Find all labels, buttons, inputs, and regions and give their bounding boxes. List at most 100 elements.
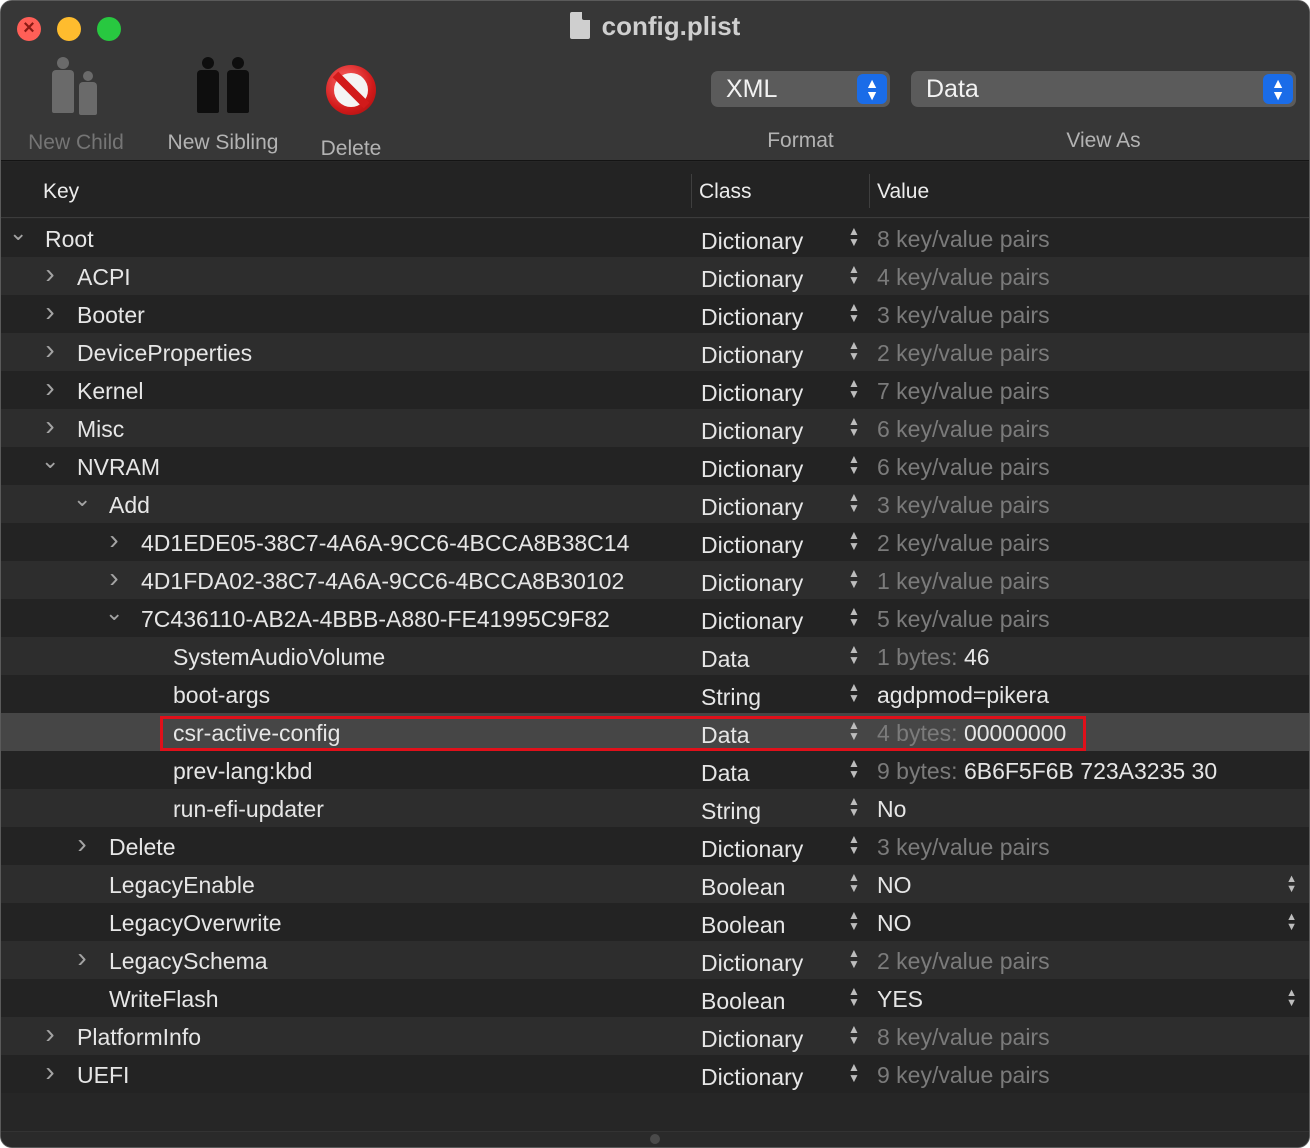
row-key[interactable]: run-efi-updater bbox=[173, 796, 324, 823]
row-class[interactable]: Dictionary bbox=[701, 418, 803, 445]
view-as-popup[interactable]: Data ▲ ▼ bbox=[911, 71, 1296, 107]
row-value[interactable]: 6 key/value pairs bbox=[877, 454, 1050, 481]
class-stepper-icon[interactable]: ▲ ▼ bbox=[847, 605, 861, 632]
chevron-right-icon[interactable]: › bbox=[41, 1017, 59, 1055]
table-row[interactable]: › 4D1FDA02-38C7-4A6A-9CC6-4BCCA8B30102 Dic… bbox=[1, 561, 1309, 599]
class-stepper-icon[interactable]: ▲ ▼ bbox=[847, 871, 861, 898]
table-row[interactable]: › ACPI Dictionary ▲ ▼ 4 key/value pairs bbox=[1, 257, 1309, 295]
chevron-right-icon[interactable]: › bbox=[41, 371, 59, 409]
chevron-down-icon[interactable]: ⌄ bbox=[41, 447, 59, 485]
row-class[interactable]: Dictionary bbox=[701, 380, 803, 407]
column-class[interactable]: Class bbox=[699, 180, 752, 204]
chevron-right-icon[interactable]: › bbox=[105, 561, 123, 599]
class-stepper-icon[interactable]: ▲ ▼ bbox=[847, 833, 861, 860]
row-value[interactable]: 6 key/value pairs bbox=[877, 416, 1050, 443]
row-key[interactable]: Kernel bbox=[77, 378, 143, 405]
row-key[interactable]: Delete bbox=[109, 834, 175, 861]
row-value[interactable]: NO bbox=[877, 910, 912, 937]
chevron-right-icon[interactable]: › bbox=[41, 1055, 59, 1093]
row-value[interactable]: 9 bytes: 6B6F5F6B 723A3235 30 bbox=[877, 758, 1217, 785]
delete-button[interactable]: Delete bbox=[315, 59, 387, 161]
class-stepper-icon[interactable]: ▲ ▼ bbox=[847, 377, 861, 404]
row-key[interactable]: LegacyOverwrite bbox=[109, 910, 282, 937]
class-stepper-icon[interactable]: ▲ ▼ bbox=[847, 795, 861, 822]
chevron-right-icon[interactable]: › bbox=[73, 827, 91, 865]
table-row[interactable]: SystemAudioVolume Data ▲ ▼ 1 bytes: 46 bbox=[1, 637, 1309, 675]
table-row[interactable]: › Misc Dictionary ▲ ▼ 6 key/value pairs bbox=[1, 409, 1309, 447]
row-value[interactable]: 2 key/value pairs bbox=[877, 340, 1050, 367]
row-key[interactable]: 4D1EDE05-38C7-4A6A-9CC6-4BCCA8B38C14 bbox=[141, 530, 629, 557]
row-class[interactable]: Dictionary bbox=[701, 228, 803, 255]
row-key[interactable]: LegacyEnable bbox=[109, 872, 255, 899]
row-class[interactable]: Dictionary bbox=[701, 456, 803, 483]
row-class[interactable]: Data bbox=[701, 760, 750, 787]
row-value[interactable]: 1 bytes: 46 bbox=[877, 644, 990, 671]
row-class[interactable]: Data bbox=[701, 722, 750, 749]
resize-handle[interactable] bbox=[650, 1134, 660, 1144]
table-row[interactable]: boot-args String ▲ ▼ agdpmod=pikera bbox=[1, 675, 1309, 713]
table-row[interactable]: › DeviceProperties Dictionary ▲ ▼ 2 key/value… bbox=[1, 333, 1309, 371]
class-stepper-icon[interactable]: ▲ ▼ bbox=[847, 301, 861, 328]
table-row[interactable]: ⌄ NVRAM Dictionary ▲ ▼ 6 key/value pairs bbox=[1, 447, 1309, 485]
row-key[interactable]: boot-args bbox=[173, 682, 270, 709]
row-class[interactable]: Dictionary bbox=[701, 570, 803, 597]
value-popup-icon[interactable]: ▲ ▼ bbox=[1286, 912, 1297, 933]
row-value[interactable]: 2 key/value pairs bbox=[877, 948, 1050, 975]
row-class[interactable]: Data bbox=[701, 646, 750, 673]
row-value[interactable]: 5 key/value pairs bbox=[877, 606, 1050, 633]
row-value[interactable]: 7 key/value pairs bbox=[877, 378, 1050, 405]
row-key[interactable]: SystemAudioVolume bbox=[173, 644, 385, 671]
chevron-right-icon[interactable]: › bbox=[73, 941, 91, 979]
table-row[interactable]: WriteFlash Boolean ▲ ▼ YES ▲ ▼ bbox=[1, 979, 1309, 1017]
row-key[interactable]: Misc bbox=[77, 416, 124, 443]
row-value[interactable]: 3 key/value pairs bbox=[877, 492, 1050, 519]
chevron-right-icon[interactable]: › bbox=[105, 523, 123, 561]
row-key[interactable]: LegacySchema bbox=[109, 948, 268, 975]
row-class[interactable]: Boolean bbox=[701, 912, 785, 939]
new-sibling-button[interactable]: New Sibling bbox=[161, 57, 285, 155]
row-value[interactable]: 3 key/value pairs bbox=[877, 834, 1050, 861]
row-key[interactable]: UEFI bbox=[77, 1062, 129, 1089]
format-popup[interactable]: XML ▲ ▼ bbox=[711, 71, 890, 107]
class-stepper-icon[interactable]: ▲ ▼ bbox=[847, 567, 861, 594]
row-value[interactable]: 4 key/value pairs bbox=[877, 264, 1050, 291]
row-value[interactable]: agdpmod=pikera bbox=[877, 682, 1049, 709]
row-value[interactable]: 1 key/value pairs bbox=[877, 568, 1050, 595]
row-class[interactable]: Boolean bbox=[701, 874, 785, 901]
chevron-right-icon[interactable]: › bbox=[41, 333, 59, 371]
table-row[interactable]: ⌄ Add Dictionary ▲ ▼ 3 key/value pairs bbox=[1, 485, 1309, 523]
class-stepper-icon[interactable]: ▲ ▼ bbox=[847, 339, 861, 366]
class-stepper-icon[interactable]: ▲ ▼ bbox=[847, 491, 861, 518]
table-row[interactable]: › Delete Dictionary ▲ ▼ 3 key/value pairs bbox=[1, 827, 1309, 865]
row-key[interactable]: PlatformInfo bbox=[77, 1024, 201, 1051]
class-stepper-icon[interactable]: ▲ ▼ bbox=[847, 453, 861, 480]
column-value[interactable]: Value bbox=[877, 180, 929, 204]
row-class[interactable]: Dictionary bbox=[701, 342, 803, 369]
row-key[interactable]: prev-lang:kbd bbox=[173, 758, 312, 785]
row-class[interactable]: String bbox=[701, 684, 761, 711]
row-class[interactable]: Dictionary bbox=[701, 1026, 803, 1053]
row-class[interactable]: Dictionary bbox=[701, 266, 803, 293]
row-value[interactable]: YES bbox=[877, 986, 923, 1013]
row-class[interactable]: Dictionary bbox=[701, 1064, 803, 1091]
class-stepper-icon[interactable]: ▲ ▼ bbox=[847, 415, 861, 442]
row-value[interactable]: 2 key/value pairs bbox=[877, 530, 1050, 557]
row-key[interactable]: Add bbox=[109, 492, 150, 519]
row-class[interactable]: Dictionary bbox=[701, 608, 803, 635]
class-stepper-icon[interactable]: ▲ ▼ bbox=[847, 985, 861, 1012]
row-key[interactable]: csr-active-config bbox=[173, 720, 340, 747]
table-row[interactable]: › LegacySchema Dictionary ▲ ▼ 2 key/value pai… bbox=[1, 941, 1309, 979]
class-stepper-icon[interactable]: ▲ ▼ bbox=[847, 1061, 861, 1088]
table-row[interactable]: csr-active-config Data ▲ ▼ 4 bytes: 00000000 bbox=[1, 713, 1309, 751]
new-child-button[interactable]: New Child bbox=[21, 57, 131, 155]
row-class[interactable]: Dictionary bbox=[701, 494, 803, 521]
class-stepper-icon[interactable]: ▲ ▼ bbox=[847, 529, 861, 556]
class-stepper-icon[interactable]: ▲ ▼ bbox=[847, 909, 861, 936]
row-key[interactable]: ACPI bbox=[77, 264, 131, 291]
row-key[interactable]: WriteFlash bbox=[109, 986, 219, 1013]
table-row[interactable]: › Kernel Dictionary ▲ ▼ 7 key/value pairs bbox=[1, 371, 1309, 409]
table-row[interactable]: ⌄ Root Dictionary ▲ ▼ 8 key/value pairs bbox=[1, 219, 1309, 257]
table-row[interactable]: › PlatformInfo Dictionary ▲ ▼ 8 key/value pai… bbox=[1, 1017, 1309, 1055]
chevron-right-icon[interactable]: › bbox=[41, 257, 59, 295]
table-row[interactable]: › UEFI Dictionary ▲ ▼ 9 key/value pairs bbox=[1, 1055, 1309, 1093]
